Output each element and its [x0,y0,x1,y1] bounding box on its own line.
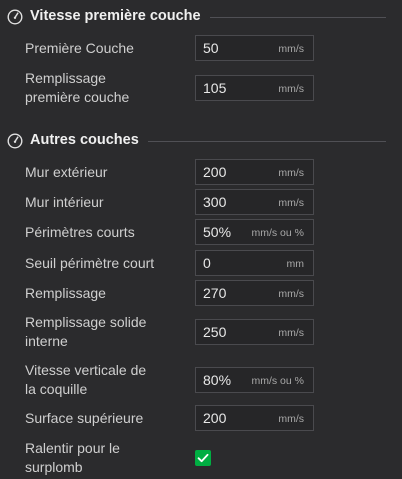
section-title: Autres couches [30,132,139,148]
field-unit: mm/s [278,197,304,209]
field-value: 250 [203,324,227,340]
field-label: Périmètres courts [25,224,135,240]
field-label: Ralentir pour le surplomb [25,440,120,475]
field-value: 300 [203,194,227,210]
field-label: Remplissage solide interne [25,314,147,349]
first-layer-infill-input[interactable]: 105 mm/s [195,75,314,101]
field-unit: mm/s [278,43,304,55]
field-value: 50% [203,224,232,240]
field-unit: mm/s [278,413,304,425]
field-unit: mm/s ou % [251,227,304,239]
checkmark-icon [197,453,209,463]
field-value: 105 [203,80,227,96]
section-header-first-layer: Vitesse première couche [0,7,402,27]
section-title: Vitesse première couche [30,8,201,24]
field-label: Surface supérieure [25,410,144,426]
speedometer-icon [7,9,23,25]
sparse-infill-input[interactable]: 270 mm/s [195,280,314,306]
speedometer-icon [7,133,23,149]
field-unit: mm/s [278,327,304,339]
inner-wall-input[interactable]: 300 mm/s [195,189,314,215]
section-header-other-layers: Autres couches [0,131,402,151]
overhang-slowdown-checkbox[interactable] [195,450,211,466]
internal-solid-infill-input[interactable]: 250 mm/s [195,319,314,345]
field-value: 0 [203,255,211,271]
field-unit: mm/s [278,83,304,95]
field-label: Vitesse verticale de la coquille [25,362,147,397]
field-value: 270 [203,285,227,301]
small-perimeters-input[interactable]: 50% mm/s ou % [195,219,314,245]
first-layer-speed-input[interactable]: 50 mm/s [195,35,314,61]
field-value: 50 [203,40,219,56]
small-perimeter-threshold-input[interactable]: 0 mm [195,250,314,276]
field-label: Remplissage [25,285,106,301]
section-divider [148,141,386,142]
vertical-shell-input[interactable]: 80% mm/s ou % [195,367,314,393]
field-value: 80% [203,372,232,388]
section-divider [210,17,386,18]
field-label: Mur extérieur [25,164,108,180]
field-value: 200 [203,164,227,180]
top-surface-input[interactable]: 200 mm/s [195,405,314,431]
field-unit: mm [286,258,305,270]
field-label: Première Couche [25,40,134,56]
field-value: 200 [203,410,227,426]
field-unit: mm/s [278,288,304,300]
field-label: Mur intérieur [25,194,104,210]
field-unit: mm/s ou % [251,375,304,387]
field-label: Seuil périmètre court [25,255,155,271]
outer-wall-input[interactable]: 200 mm/s [195,159,314,185]
field-unit: mm/s [278,167,304,179]
field-label: Remplissage première couche [25,70,130,105]
